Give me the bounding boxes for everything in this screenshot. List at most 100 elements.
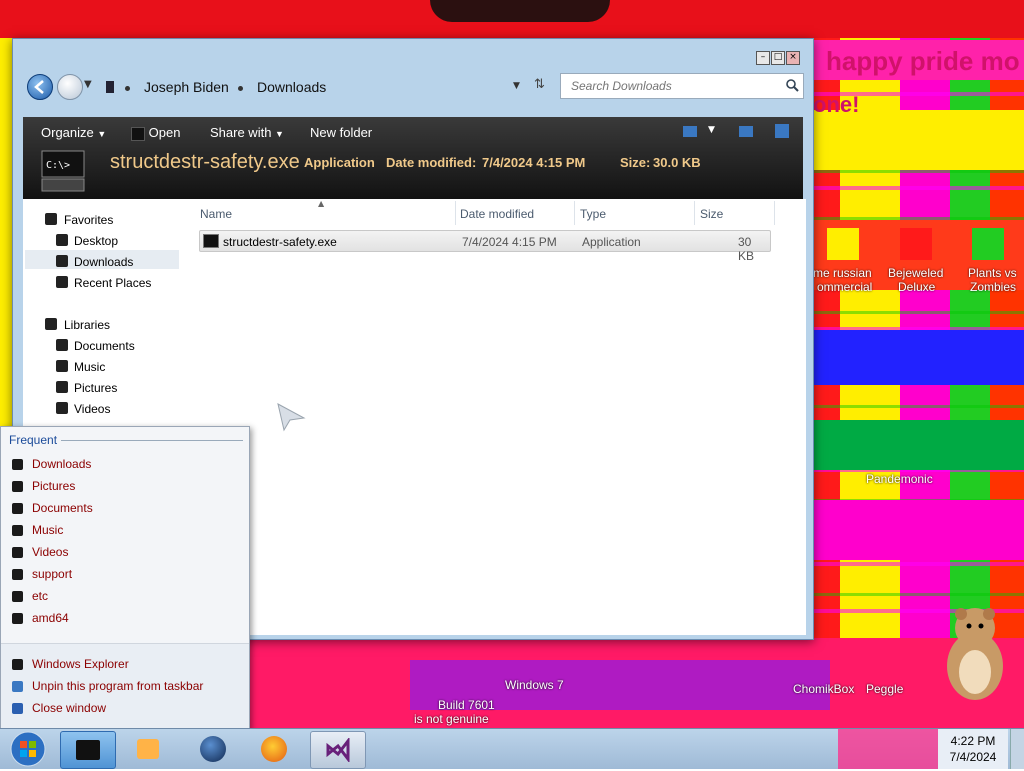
column-divider[interactable] [455,201,456,225]
share-with-label: Share with [210,125,272,140]
search-input[interactable] [569,77,773,95]
close-button[interactable]: × [786,51,800,65]
documents-icon [56,339,68,351]
nav-favorites[interactable]: Favorites [64,213,113,227]
recent-pages-dropdown[interactable]: ▼ [84,79,92,90]
documents-icon [12,503,23,514]
column-header-size[interactable]: Size [700,207,723,221]
taskbar-globe-button[interactable] [186,731,240,767]
forward-button[interactable] [57,74,83,100]
nav-libraries[interactable]: Libraries [64,318,110,332]
organize-label: Organize [41,125,94,140]
jump-item-amd64[interactable]: amd64 [32,611,69,625]
jump-item-pictures[interactable]: Pictures [32,479,75,493]
file-size-cell: 30 KB [738,235,755,263]
jump-action-unpin[interactable]: Unpin this program from taskbar [32,679,203,693]
notification-area [838,729,938,769]
jump-item-music[interactable]: Music [32,523,63,537]
file-list: Name ▲ Date modified Type Size structdes… [188,199,806,635]
desktop-icon-label: ommercial [817,280,873,294]
table-row[interactable]: structdestr-safety.exe 7/4/2024 4:15 PM … [199,230,771,263]
taskbar-media-player-button[interactable] [122,731,176,767]
taskbar-visual-studio-button[interactable] [310,731,366,769]
address-dropdown-button[interactable]: ▼ [513,81,520,91]
mouse-cursor-icon [276,402,306,435]
taskbar-jump-list: Frequent Downloads Pictures Documents Mu… [0,426,250,730]
folder-icon [12,591,23,602]
explorer-icon [76,740,100,760]
open-button[interactable]: Open [131,125,180,141]
desktop-icon-bejeweled[interactable]: Bejeweled Deluxe [884,222,948,294]
taskbar: 4:22 PM 7/4/2024 [0,728,1024,769]
nav-item-pictures[interactable]: Pictures [74,381,117,395]
search-box[interactable] [560,73,804,99]
desktop-fragment-text: Pandemonic [866,472,933,486]
column-header-name[interactable]: Name [200,207,232,221]
folder-icon [12,613,23,624]
details-date-value: 7/4/2024 4:15 PM [482,155,586,170]
view-dropdown-icon[interactable]: ▼ [708,125,715,135]
column-divider[interactable] [694,201,695,225]
jump-item-support[interactable]: support [32,567,72,581]
globe-icon [200,736,226,762]
show-desktop-button[interactable] [1010,729,1024,769]
downloads-icon [12,459,23,470]
pictures-icon [56,381,68,393]
back-button[interactable] [27,74,53,100]
nav-item-desktop[interactable]: Desktop [74,234,118,248]
clock-time: 4:22 PM [950,734,996,748]
organize-button[interactable]: Organize ▼ [41,125,106,140]
change-view-icon[interactable] [683,126,697,137]
maximize-button[interactable]: □ [771,51,785,65]
details-size-value: 30.0 KB [653,155,701,170]
search-icon[interactable] [785,78,799,95]
share-with-button[interactable]: Share with ▼ [210,125,284,140]
nav-item-recent-places[interactable]: Recent Places [74,276,151,290]
pictures-icon [12,481,23,492]
taskbar-firefox-button[interactable] [247,731,301,767]
arrow-left-icon [34,80,44,94]
star-icon [45,213,57,225]
jump-action-windows-explorer[interactable]: Windows Explorer [32,657,129,671]
column-header-type[interactable]: Type [580,207,606,221]
preview-pane-icon[interactable] [739,126,753,137]
jump-item-documents[interactable]: Documents [32,501,93,515]
column-divider[interactable] [574,201,575,225]
breadcrumb-separator-icon [125,86,130,91]
nav-item-videos[interactable]: Videos [74,402,110,416]
nav-item-documents[interactable]: Documents [74,339,135,353]
help-icon[interactable] [775,124,789,138]
desktop-icon-label: Plants vs [968,266,1017,280]
nav-item-downloads[interactable]: Downloads [74,255,133,269]
close-icon [12,703,23,714]
breadcrumb-joseph-biden[interactable]: Joseph Biden [144,79,229,95]
desktop-banner-fragment: one! [813,92,860,117]
windows-logo-icon [10,731,46,767]
file-name-cell: structdestr-safety.exe [223,235,337,249]
open-label: Open [148,125,181,140]
hamster-gadget-image [942,604,1008,704]
jump-action-close-window[interactable]: Close window [32,701,106,715]
column-divider[interactable] [774,201,775,225]
jump-item-downloads[interactable]: Downloads [32,457,91,471]
refresh-icon[interactable]: ⇅ [534,77,545,92]
start-button[interactable] [4,730,52,768]
clock[interactable]: 4:22 PM 7/4/2024 [938,729,1008,769]
desktop-fragment-text: Peggle [866,682,904,696]
desktop-icon-russian[interactable]: me russian ommercial [813,222,873,294]
media-player-icon [137,739,159,759]
taskbar-explorer-button[interactable] [60,731,116,769]
jump-item-videos[interactable]: Videos [32,545,68,559]
nav-item-music[interactable]: Music [74,360,105,374]
app-icon [827,228,859,260]
downloads-icon [56,255,68,267]
music-icon [12,525,23,536]
recent-places-icon [56,276,68,288]
desktop-icon-plants-vs-zombies[interactable]: Plants vs Zombies [956,222,1022,294]
minimize-button[interactable]: – [756,51,770,65]
breadcrumb-downloads[interactable]: Downloads [257,79,326,95]
new-folder-button[interactable]: New folder [310,125,372,140]
jump-item-etc[interactable]: etc [32,589,48,603]
libraries-icon [45,318,57,330]
column-header-date-modified[interactable]: Date modified [460,207,534,221]
